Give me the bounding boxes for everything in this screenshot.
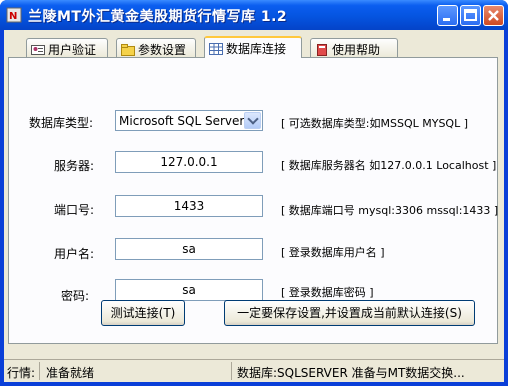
- tab-label: 数据库连接: [226, 42, 287, 56]
- db-type-hint: [ 可选数据库类型:如MSSQL MYSQL ]: [281, 117, 468, 130]
- minimize-icon: [443, 18, 450, 21]
- password-label: 密码:: [61, 289, 90, 303]
- user-card-icon: [31, 45, 45, 55]
- status-label: 行情:: [7, 366, 36, 380]
- password-hint: [ 登录数据库密码 ]: [281, 286, 374, 299]
- status-db-message: 数据库:SQLSERVER 准备与MT数据交换...: [237, 366, 465, 380]
- minimize-button[interactable]: [437, 5, 458, 26]
- tab-label: 使用帮助: [332, 43, 381, 57]
- tab-user-verify[interactable]: 用户验证: [26, 38, 108, 57]
- status-divider: [39, 362, 40, 380]
- client-area: 用户验证 参数设置 数据库连接 使用帮助 数据库类型: Microsoft SQ…: [4, 30, 504, 382]
- port-hint: [ 数据库端口号 mysql:3306 mssql:1433 ]: [281, 204, 499, 217]
- db-type-select[interactable]: Microsoft SQL Server: [115, 110, 263, 131]
- grid-icon: [209, 43, 223, 55]
- username-hint: [ 登录数据库用户名 ]: [281, 246, 385, 259]
- status-divider: [231, 362, 232, 380]
- maximize-icon: [464, 9, 477, 21]
- tab-parameters[interactable]: 参数设置: [116, 38, 196, 57]
- close-icon: [488, 10, 499, 21]
- folder-icon: [121, 44, 135, 56]
- status-state: 准备就绪: [46, 366, 95, 380]
- tab-label: 参数设置: [138, 43, 187, 57]
- status-bar: 行情: 准备就绪 数据库:SQLSERVER 准备与MT数据交换...: [4, 359, 504, 382]
- server-label: 服务器:: [54, 159, 95, 173]
- svg-text:N: N: [9, 11, 17, 22]
- maximize-button[interactable]: [460, 5, 481, 26]
- app-window: N 兰陵MT外汇黄金美股期货行情写库 1.2 用户验证 参数设置 数据库连接 使…: [0, 0, 508, 386]
- password-input[interactable]: sa: [115, 279, 263, 301]
- chevron-down-icon[interactable]: [244, 112, 261, 129]
- title-bar[interactable]: N 兰陵MT外汇黄金美股期货行情写库 1.2: [0, 0, 508, 30]
- tab-db-connection[interactable]: 数据库连接: [204, 36, 302, 58]
- app-icon: N: [6, 7, 22, 23]
- tab-label: 用户验证: [48, 43, 97, 57]
- window-title: 兰陵MT外汇黄金美股期货行情写库 1.2: [28, 9, 288, 25]
- save-default-button[interactable]: 一定要保存设置,并设置成当前默认连接(S): [224, 300, 475, 326]
- username-label: 用户名:: [54, 247, 95, 261]
- server-hint: [ 数据库服务器名 如127.0.0.1 Localhost ]: [281, 159, 497, 172]
- db-type-label: 数据库类型:: [29, 116, 94, 130]
- server-input[interactable]: 127.0.0.1: [115, 151, 263, 173]
- username-input[interactable]: sa: [115, 238, 263, 260]
- help-book-icon: [317, 44, 327, 56]
- tab-help[interactable]: 使用帮助: [310, 38, 398, 57]
- port-label: 端口号:: [54, 203, 95, 217]
- test-connection-button[interactable]: 测试连接(T): [101, 300, 185, 326]
- close-button[interactable]: [483, 5, 504, 26]
- port-input[interactable]: 1433: [115, 195, 263, 217]
- db-type-value: Microsoft SQL Server: [119, 114, 245, 128]
